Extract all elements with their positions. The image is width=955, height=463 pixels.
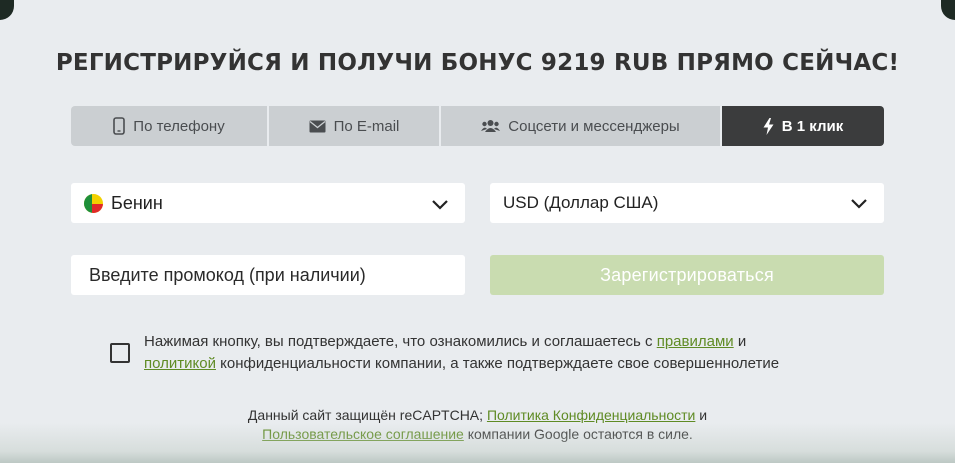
registration-panel: РЕГИСТРИРУЙСЯ И ПОЛУЧИ БОНУС 9219 RUB ПР… (0, 0, 955, 463)
register-button[interactable]: Зарегистрироваться (490, 255, 884, 295)
rules-link[interactable]: правилами (657, 333, 734, 350)
chevron-down-icon (850, 195, 868, 215)
privacy-policy-link[interactable]: политикой (144, 355, 216, 372)
registration-method-tabs: По телефону По E-mail Соцсети и мессендж… (71, 106, 884, 146)
promo-code-field (71, 255, 465, 295)
currency-select[interactable]: USD (Доллар США) (490, 183, 884, 223)
consent-text-after: конфиденциальности компании, а также под… (215, 355, 780, 372)
tab-social-label: Соцсети и мессенджеры (508, 117, 680, 135)
consent-text: Нажимая кнопку, вы подтверждаете, что оз… (144, 331, 779, 375)
google-privacy-link[interactable]: Политика Конфиденциальности (487, 407, 695, 423)
tab-email[interactable]: По E-mail (269, 106, 439, 146)
recaptcha-prefix: Данный сайт защищён reCAPTCHA; (247, 407, 487, 423)
chevron-down-icon (431, 195, 449, 216)
page-title: РЕГИСТРИРУЙСЯ И ПОЛУЧИ БОНУС 9219 RUB ПР… (55, 50, 900, 76)
promo-code-input[interactable] (89, 264, 465, 286)
phone-icon (113, 117, 126, 135)
tab-one-click-label: В 1 клик (781, 117, 844, 135)
consent-block: Нажимая кнопку, вы подтверждаете, что оз… (110, 331, 850, 375)
currency-value: USD (Доллар США) (503, 193, 659, 212)
recaptcha-notice: Данный сайт защищён reCAPTCHA; Политика … (0, 406, 955, 444)
consent-checkbox[interactable] (110, 343, 130, 363)
panel-corner-left (0, 0, 14, 20)
tab-phone-label: По телефону (133, 117, 225, 135)
panel-corner-right (941, 0, 955, 20)
recaptcha-and: и (695, 407, 708, 423)
google-terms-link[interactable]: Пользовательское соглашение (262, 426, 464, 442)
tab-social[interactable]: Соцсети и мессенджеры (441, 106, 720, 146)
recaptcha-suffix: компании Google остаются в силе. (463, 426, 693, 442)
tab-email-label: По E-mail (333, 117, 400, 135)
country-select[interactable]: Бенин (71, 183, 465, 223)
country-value: Бенин (111, 192, 163, 213)
benin-flag-icon (84, 193, 103, 213)
tab-one-click[interactable]: В 1 клик (722, 106, 884, 146)
lightning-icon (763, 117, 774, 135)
consent-text-and: и (733, 333, 747, 350)
consent-text-before: Нажимая кнопку, вы подтверждаете, что оз… (144, 333, 657, 350)
users-icon (481, 119, 501, 133)
envelope-icon (309, 120, 326, 133)
tab-phone[interactable]: По телефону (71, 106, 267, 146)
